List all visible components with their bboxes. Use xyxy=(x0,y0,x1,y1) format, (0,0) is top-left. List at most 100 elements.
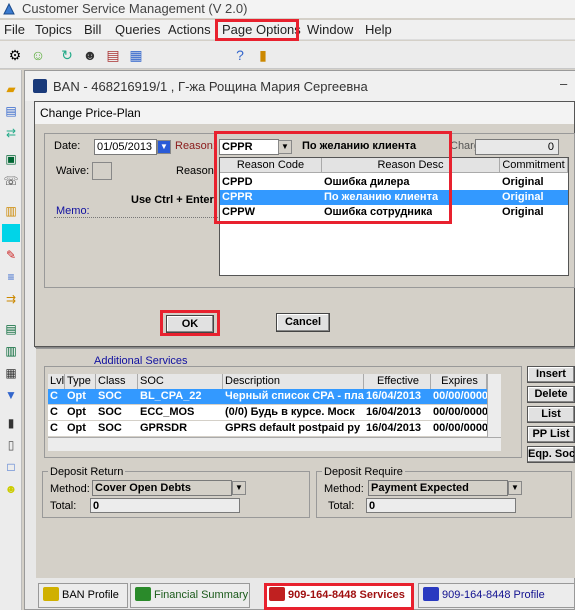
menu-file[interactable]: File xyxy=(4,22,25,37)
folder-icon[interactable]: ▰ xyxy=(2,80,20,98)
cell-expires: 00/00/0000 xyxy=(433,390,487,402)
col-soc-header[interactable]: SOC xyxy=(138,374,223,389)
list-icon[interactable]: ≡ xyxy=(2,268,20,286)
deposit-require-method-label: Method: xyxy=(324,483,364,495)
col-effective-header[interactable]: Effective xyxy=(364,374,431,389)
agent-icon[interactable]: ☻ xyxy=(80,45,100,65)
deposit-return-method-select[interactable]: Cover Open Debts xyxy=(92,480,232,496)
people-icon[interactable]: ☻ xyxy=(2,480,20,498)
menu-actions[interactable]: Actions xyxy=(168,22,211,37)
col-class-header[interactable]: Class xyxy=(96,374,138,389)
reason-highlight xyxy=(214,131,452,224)
cancel-button[interactable]: Cancel xyxy=(276,313,330,332)
dialog-title-bar: Change Price-Plan xyxy=(35,102,574,124)
document-icon[interactable]: ▤ xyxy=(2,102,20,120)
exit-door-icon[interactable]: ▮ xyxy=(253,45,273,65)
device-icon[interactable]: ▯ xyxy=(2,436,20,454)
print-icon[interactable]: ▤ xyxy=(103,45,123,65)
deposit-return-method-label: Method: xyxy=(50,483,90,495)
waive-checkbox[interactable] xyxy=(92,162,112,180)
cell-soc: BL_CPA_22 xyxy=(140,390,202,402)
user-icon[interactable]: ☺ xyxy=(28,45,48,65)
deposit-require-total-field: 0 xyxy=(366,498,516,513)
menu-topics[interactable]: Topics xyxy=(35,22,72,37)
notes-icon[interactable]: ▥ xyxy=(2,202,20,220)
document-icon[interactable]: ▦ xyxy=(126,45,146,65)
filter-icon[interactable]: ▼ xyxy=(2,386,20,404)
deposit-return-total-field: 0 xyxy=(90,498,240,513)
ban-window-title: BAN - 468216919/1 , Г-жа Рощина Мария Се… xyxy=(53,79,368,94)
dialog-title: Change Price-Plan xyxy=(40,106,141,120)
help-icon[interactable]: ? xyxy=(230,45,250,65)
refresh-icon[interactable]: ↻ xyxy=(57,45,77,65)
window-title-bar: Customer Service Management (V 2.0) xyxy=(0,0,575,18)
tab-financial-summary-label: Financial Summary xyxy=(154,589,249,601)
charge-field: 0 xyxy=(475,139,559,155)
deposit-require-dropdown-button[interactable]: ▼ xyxy=(508,481,522,495)
transfer-icon[interactable]: ⇄ xyxy=(2,124,20,142)
cell-soc: GPRSDR xyxy=(140,422,188,434)
ban-profile-icon xyxy=(43,587,59,601)
tab-financial-summary[interactable]: Financial Summary xyxy=(130,583,250,608)
deposit-require-title: Deposit Require xyxy=(322,466,405,478)
pen-icon[interactable]: ✎ xyxy=(2,246,20,264)
calculator-icon[interactable]: ▣ xyxy=(2,150,20,168)
col-lvl-header[interactable]: Lvl xyxy=(48,374,65,389)
minimize-icon[interactable]: – xyxy=(560,76,567,91)
cell-description: GPRS default postpaid py xyxy=(225,422,361,434)
delete-button[interactable]: Delete xyxy=(527,386,575,403)
page-icon[interactable]: ▤ xyxy=(2,320,20,338)
cell-effective: 16/04/2013 xyxy=(366,390,422,402)
memo-area[interactable] xyxy=(54,217,224,283)
tab-ban-profile[interactable]: BAN Profile xyxy=(38,583,128,608)
app-title: Customer Service Management (V 2.0) xyxy=(22,1,248,16)
arrows-icon[interactable]: ⇉ xyxy=(2,290,20,308)
tab-profile[interactable]: 909-164-8448 Profile xyxy=(418,583,575,608)
menu-queries[interactable]: Queries xyxy=(115,22,161,37)
ban-window-icon xyxy=(33,79,47,93)
cell-type: Opt xyxy=(67,422,86,434)
menu-help[interactable]: Help xyxy=(365,22,392,37)
cell-expires: 00/00/0000 xyxy=(433,406,487,418)
insert-button[interactable]: Insert xyxy=(527,366,575,383)
menu-bill[interactable]: Bill xyxy=(84,22,101,37)
cell-expires: 00/00/0000 xyxy=(433,422,487,434)
cell-lvl: C xyxy=(50,406,58,418)
cell-soc: ECC_MOS xyxy=(140,406,195,418)
date-field[interactable]: 01/05/2013 xyxy=(94,139,157,155)
cell-type: Opt xyxy=(67,406,86,418)
save-icon[interactable]: ▮ xyxy=(2,414,20,432)
col-expires-header[interactable]: Expires xyxy=(431,374,487,389)
eqp-soc-button[interactable]: Eqp. Soc xyxy=(527,446,575,463)
reason-label: Reason: xyxy=(175,140,216,152)
grid-icon[interactable]: ▦ xyxy=(2,364,20,382)
commitment-header[interactable]: Commitment xyxy=(500,158,568,173)
deposit-require-method-select[interactable]: Payment Expected xyxy=(368,480,508,496)
waive-label: Waive: xyxy=(56,165,90,177)
date-dropdown-button[interactable]: ▼ xyxy=(157,140,171,154)
cell-lvl: C xyxy=(50,390,58,402)
services-tab-highlight xyxy=(264,583,414,610)
settings-icon[interactable]: ⚙ xyxy=(5,45,25,65)
pages-icon[interactable]: ▥ xyxy=(2,342,20,360)
ok-highlight xyxy=(160,310,220,336)
page-options-highlight xyxy=(215,19,299,41)
cell-effective: 16/04/2013 xyxy=(366,406,422,418)
cyan-square-icon[interactable] xyxy=(2,224,20,242)
tab-ban-profile-label: BAN Profile xyxy=(62,589,119,601)
services-scrollbar[interactable] xyxy=(487,374,501,437)
deposit-return-dropdown-button[interactable]: ▼ xyxy=(232,481,246,495)
window-icon[interactable]: □ xyxy=(2,458,20,476)
pp-list-button[interactable]: PP List xyxy=(527,426,575,443)
services-horizontal-scrollbar[interactable] xyxy=(48,437,501,451)
menu-window[interactable]: Window xyxy=(307,22,353,37)
cell-type: Opt xyxy=(67,390,86,402)
reason-commitment-cell: Original xyxy=(502,206,544,218)
list-button[interactable]: List xyxy=(527,406,575,423)
col-description-header[interactable]: Description xyxy=(223,374,364,389)
cell-effective: 16/04/2013 xyxy=(366,422,422,434)
col-type-header[interactable]: Type xyxy=(65,374,96,389)
ban-window-title-bar: BAN - 468216919/1 , Г-жа Рощина Мария Се… xyxy=(25,71,575,101)
phone-icon[interactable]: ☏ xyxy=(2,172,20,190)
tab-profile-label: 909-164-8448 Profile xyxy=(442,589,545,601)
